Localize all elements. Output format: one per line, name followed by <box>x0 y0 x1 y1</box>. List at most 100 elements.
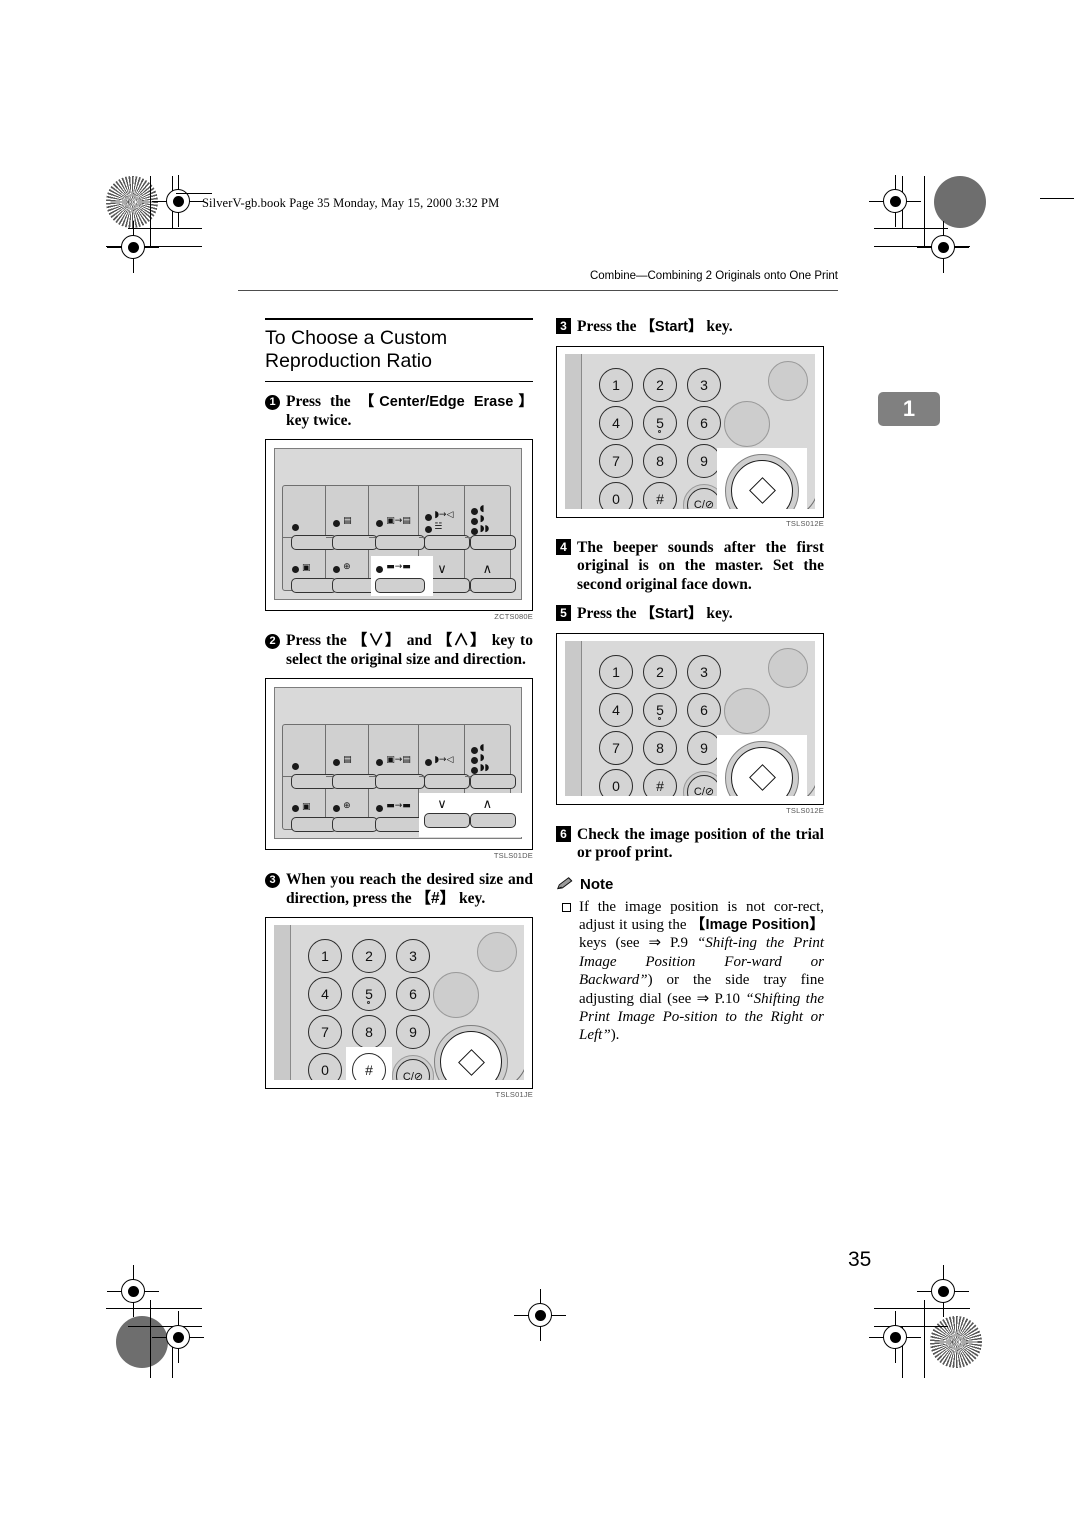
key-5: 5 <box>643 405 677 440</box>
registration-bullseye <box>917 1265 969 1317</box>
registration-bullseye <box>107 1265 159 1317</box>
key-hash: # <box>643 481 677 509</box>
step-text-r3: Press the 【Start】 key. <box>577 318 733 337</box>
step-text-r4: The beeper sounds after the first origin… <box>577 538 824 593</box>
step-r6: 6 Check the image position of the trial … <box>556 825 824 863</box>
running-head: Combine—Combining 2 Originals onto One P… <box>589 270 838 282</box>
key-hash: # <box>643 768 677 796</box>
key-7: 7 <box>599 730 633 765</box>
figure-caption: TSLS012E <box>786 805 824 815</box>
key-3: 3 <box>687 654 721 689</box>
registration-bullseye <box>152 175 204 227</box>
step-text-run: and <box>401 632 437 650</box>
key-0: 0 <box>308 1053 342 1081</box>
section-title: To Choose a Custom Reproduction Ratio <box>265 326 448 372</box>
step-r5: 5 Press the 【Start】 key. <box>556 605 824 624</box>
square-bullet-icon <box>562 902 571 912</box>
step-number-1: 1 <box>265 393 280 430</box>
registration-bullseye <box>152 1311 204 1363</box>
crop-mark <box>874 228 948 230</box>
chapter-tab: 1 <box>878 392 940 426</box>
key-2: 2 <box>643 367 677 402</box>
key-2: 2 <box>352 939 386 974</box>
figure-keypad-start-1: 1 2 3 4 5 6 7 8 9 0 # C/⊘ TSLS012E <box>556 345 824 528</box>
key-8: 8 <box>352 1015 386 1050</box>
note-text: If the image position is not cor-rect, a… <box>579 898 824 1045</box>
step-text-run: key. <box>455 889 486 907</box>
registration-bullseye <box>107 221 159 273</box>
section-rule-bottom <box>265 380 533 383</box>
header-rule <box>238 290 838 292</box>
key-9: 9 <box>687 443 721 478</box>
section-rule-top <box>265 318 533 320</box>
figure-caption: TSLS01DE <box>493 851 533 861</box>
step-text-r5: Press the 【Start】 key. <box>577 605 733 624</box>
key-7: 7 <box>599 443 633 478</box>
step-text-run: Press the <box>286 632 352 650</box>
key-4: 4 <box>599 405 633 440</box>
step-number-r3: 3 <box>556 318 571 337</box>
registration-bullseye <box>514 1289 566 1341</box>
key-5-marker <box>658 429 661 433</box>
step-text-2: Press the 【∨】 and 【∧】 key to select the … <box>286 632 533 669</box>
step-number-3: 3 <box>265 871 280 908</box>
crop-mark <box>150 176 152 248</box>
key-5: 5 <box>352 977 386 1012</box>
key-1: 1 <box>308 939 342 974</box>
left-column: To Choose a Custom Reproduction Ratio 1 … <box>265 318 533 1099</box>
figure-control-panel-arrows: ▣ ▤ ⊕ ▣→▤ ▬→▬ ◗→◁ ∨ ◖ ◗ ◗◗ ∧ TSLS01DE <box>265 678 533 860</box>
key-0: 0 <box>599 481 633 509</box>
edge-tick <box>1040 198 1074 200</box>
step-text-1: Press the 【Center/Edge Erase】 key twice. <box>286 393 533 430</box>
note-heading: Note <box>556 876 824 893</box>
step-text-run: key. <box>702 605 733 622</box>
key-3: 3 <box>396 939 430 974</box>
star-target-mark-bottom-right <box>930 1316 982 1368</box>
registration-bullseye <box>917 221 969 273</box>
key-label: 【∨】 <box>351 632 402 650</box>
page-number: 35 <box>848 1248 872 1271</box>
registration-bullseye <box>869 175 921 227</box>
key-3: 3 <box>687 367 721 402</box>
note-item: If the image position is not cor-rect, a… <box>556 898 824 1045</box>
figure-keypad-start-2: 1 2 3 4 5 6 7 8 9 0 # C/⊘ TSLS012E <box>556 632 824 815</box>
key-6: 6 <box>396 977 430 1012</box>
key-9: 9 <box>396 1015 430 1050</box>
key-label: 【∧】 <box>436 632 487 650</box>
crop-mark <box>874 1308 970 1310</box>
step-number-r4: 4 <box>556 538 571 595</box>
step-text-r6: Check the image position of the trial or… <box>577 825 824 862</box>
step-number-r5: 5 <box>556 605 571 624</box>
step-number-2: 2 <box>265 632 280 669</box>
figure-caption: ZCTS080E <box>494 612 533 622</box>
step-r3: 3 Press the 【Start】 key. <box>556 318 824 337</box>
step-text-3: When you reach the desired size and dire… <box>286 871 533 908</box>
key-6: 6 <box>687 405 721 440</box>
book-file-line: SilverV-gb.book Page 35 Monday, May 15, … <box>202 196 500 210</box>
figure-caption: TSLS012E <box>786 518 824 528</box>
note-text-run: ). <box>610 1027 620 1044</box>
step-text-run: Press the <box>286 393 360 411</box>
key-5: 5 <box>643 692 677 727</box>
key-label: 【#】 <box>415 889 456 907</box>
key-4: 4 <box>308 977 342 1012</box>
note-label: Note <box>580 875 614 893</box>
step-text-run: When you reach the desired size and dire… <box>286 871 533 907</box>
key-1: 1 <box>599 367 633 402</box>
step-text-run: Press the <box>577 318 641 335</box>
step-r4: 4 The beeper sounds after the first orig… <box>556 538 824 595</box>
step-number-r6: 6 <box>556 825 571 863</box>
step-text-run: key twice. <box>286 411 352 429</box>
key-2: 2 <box>643 654 677 689</box>
figure-keypad-hash: 1 2 3 4 5 6 7 8 9 0 # C/⊘ TSLS01JE <box>265 917 533 1099</box>
key-7: 7 <box>308 1015 342 1050</box>
key-label: 【Start】 <box>640 319 703 335</box>
book-line-rule <box>176 193 212 195</box>
crop-mark <box>924 1300 926 1378</box>
key-4: 4 <box>599 692 633 727</box>
right-column: 3 Press the 【Start】 key. 1 2 3 4 5 6 7 8… <box>556 318 824 1045</box>
step-3: 3 When you reach the desired size and di… <box>265 871 533 908</box>
key-label: 【Image Position】 <box>690 916 824 933</box>
key-label: 【Center/Edge Erase】 <box>359 394 533 411</box>
